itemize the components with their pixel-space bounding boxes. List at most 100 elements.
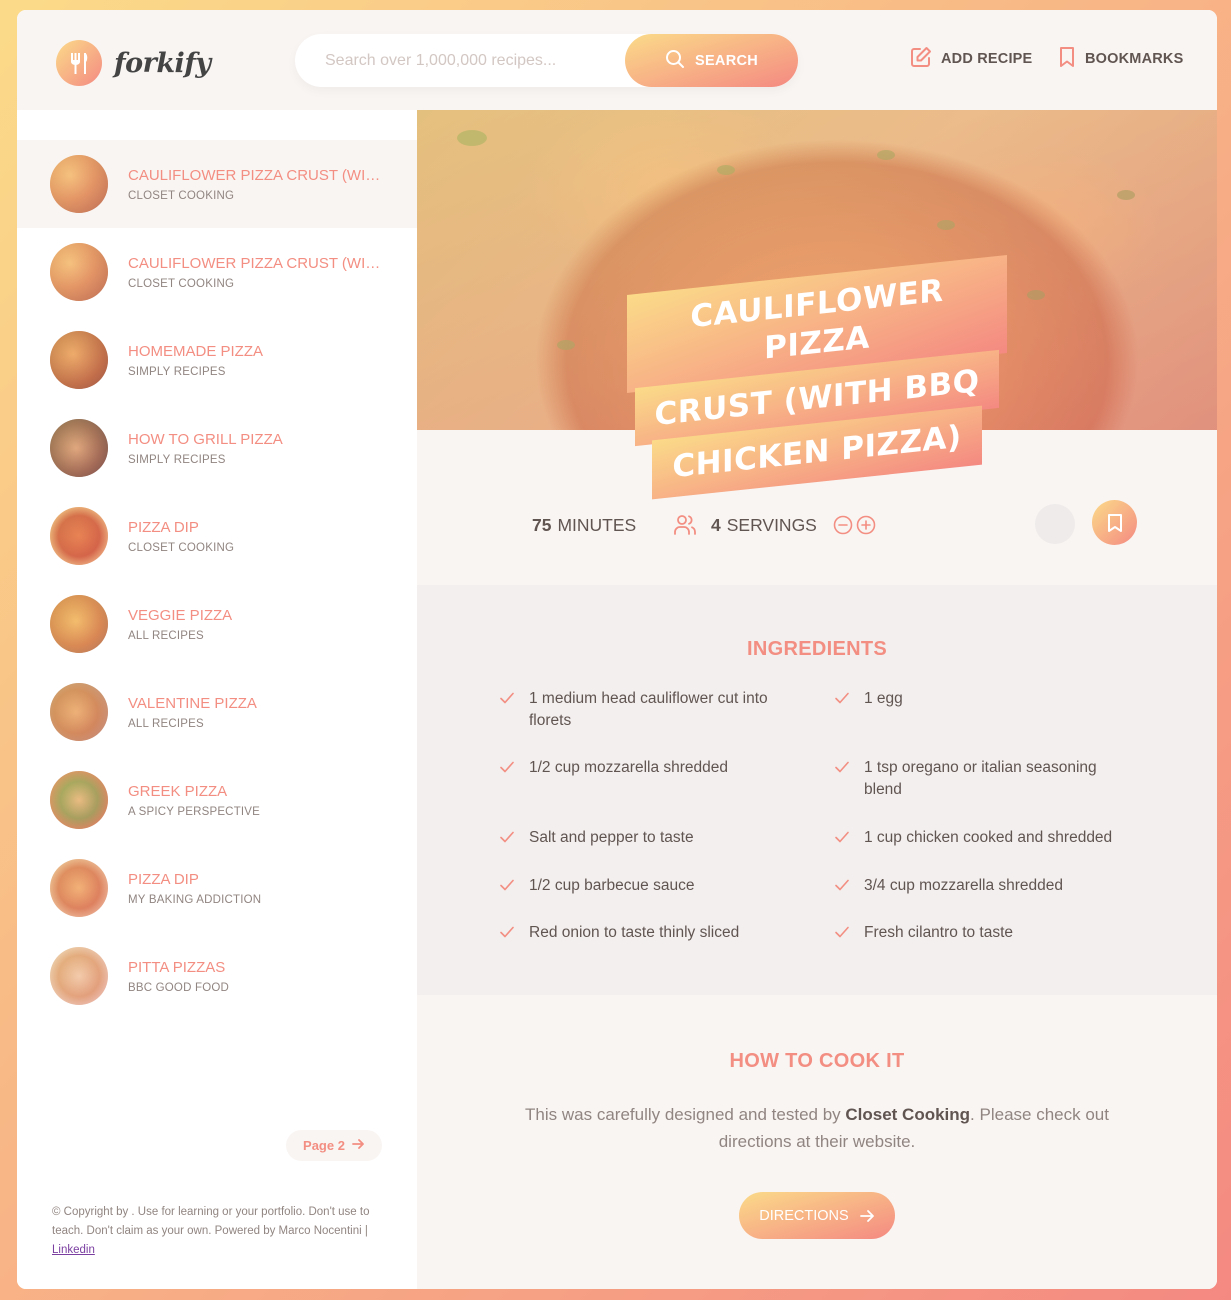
ingredient-item: Salt and pepper to taste bbox=[499, 827, 799, 852]
ingredient-item: 1 tsp oregano or italian seasoning blend bbox=[834, 757, 1134, 801]
result-item[interactable]: CAULIFLOWER PIZZA CRUST (WIT... CLOSET C… bbox=[17, 140, 417, 228]
add-recipe-label: ADD RECIPE bbox=[941, 51, 1033, 67]
search-icon bbox=[665, 49, 685, 73]
result-title: CAULIFLOWER PIZZA CRUST (WIT... bbox=[128, 166, 383, 184]
result-title: VEGGIE PIZZA bbox=[128, 606, 233, 624]
ingredient-item: 1 medium head cauliflower cut into flore… bbox=[499, 688, 799, 732]
result-item[interactable]: VEGGIE PIZZA ALL RECIPES bbox=[17, 580, 417, 668]
result-publisher: SIMPLY RECIPES bbox=[128, 453, 226, 466]
ingredient-text: 1 cup chicken cooked and shredded bbox=[864, 829, 1113, 846]
search-input[interactable] bbox=[325, 34, 615, 87]
edit-icon bbox=[910, 46, 932, 72]
result-publisher: SIMPLY RECIPES bbox=[128, 365, 226, 378]
result-thumbnail bbox=[50, 947, 108, 1005]
search-results-sidebar: CAULIFLOWER PIZZA CRUST (WIT... CLOSET C… bbox=[17, 110, 417, 1289]
add-recipe-button[interactable]: ADD RECIPE bbox=[910, 46, 1032, 72]
result-thumbnail bbox=[50, 419, 108, 477]
fork-knife-icon bbox=[56, 40, 102, 86]
result-item[interactable]: HOMEMADE PIZZA SIMPLY RECIPES bbox=[17, 316, 417, 404]
users-icon bbox=[673, 514, 697, 536]
check-icon bbox=[834, 924, 850, 947]
result-thumbnail bbox=[50, 771, 108, 829]
result-publisher: CLOSET COOKING bbox=[128, 189, 235, 202]
directions-label: DIRECTIONS bbox=[759, 1207, 849, 1224]
result-title: CAULIFLOWER PIZZA CRUST (WIT... bbox=[128, 254, 383, 272]
ingredient-text: Salt and pepper to taste bbox=[529, 829, 694, 846]
ingredient-text: 1/2 cup barbecue sauce bbox=[529, 877, 695, 894]
result-thumbnail bbox=[50, 595, 108, 653]
check-icon bbox=[834, 829, 850, 852]
ingredient-item: 1/2 cup mozzarella shredded bbox=[499, 757, 799, 782]
ingredient-text: Fresh cilantro to taste bbox=[864, 924, 1014, 941]
results-list: CAULIFLOWER PIZZA CRUST (WIT... CLOSET C… bbox=[17, 140, 417, 1020]
result-title: GREEK PIZZA bbox=[128, 782, 228, 800]
result-thumbnail bbox=[50, 683, 108, 741]
result-thumbnail bbox=[50, 507, 108, 565]
result-item[interactable]: GREEK PIZZA A SPICY PERSPECTIVE bbox=[17, 756, 417, 844]
result-item[interactable]: VALENTINE PIZZA ALL RECIPES bbox=[17, 668, 417, 756]
check-icon bbox=[499, 690, 515, 732]
result-publisher: CLOSET COOKING bbox=[128, 541, 235, 554]
result-item[interactable]: HOW TO GRILL PIZZA SIMPLY RECIPES bbox=[17, 404, 417, 492]
result-thumbnail bbox=[50, 243, 108, 301]
app-name: forkify bbox=[114, 47, 211, 79]
linkedin-link[interactable]: Linkedin bbox=[52, 1244, 95, 1256]
ingredient-item: 3/4 cup mozzarella shredded bbox=[834, 875, 1134, 900]
next-page-button[interactable]: Page 2 bbox=[286, 1130, 382, 1161]
result-title: PITTA PIZZAS bbox=[128, 958, 226, 976]
minus-circle-icon[interactable] bbox=[833, 515, 853, 535]
ingredient-text: 1 tsp oregano or italian seasoning blend bbox=[864, 759, 1097, 798]
ingredient-item: Red onion to taste thinly sliced bbox=[499, 922, 799, 947]
bookmark-icon bbox=[1058, 46, 1076, 72]
check-icon bbox=[834, 759, 850, 801]
ingredient-item: 1/2 cup barbecue sauce bbox=[499, 875, 799, 900]
bookmark-recipe-button[interactable] bbox=[1092, 500, 1137, 545]
copyright: © Copyright by . Use for learning or you… bbox=[52, 1203, 382, 1260]
result-publisher: A SPICY PERSPECTIVE bbox=[128, 805, 261, 818]
ingredient-item: 1 egg bbox=[834, 688, 1134, 713]
result-title: PIZZA DIP bbox=[128, 870, 199, 888]
header: forkify SEARCH ADD RECIPE BOOKMARKS bbox=[17, 10, 1217, 110]
directions-prefix: This was carefully designed and tested b… bbox=[525, 1105, 846, 1124]
result-thumbnail bbox=[50, 331, 108, 389]
directions-section: HOW TO COOK IT This was carefully design… bbox=[417, 995, 1217, 1289]
result-item[interactable]: PIZZA DIP MY BAKING ADDICTION bbox=[17, 844, 417, 932]
logo[interactable]: forkify bbox=[56, 40, 211, 86]
directions-text: This was carefully designed and tested b… bbox=[517, 1101, 1117, 1155]
result-publisher: ALL RECIPES bbox=[128, 717, 204, 730]
servings-value: 4 bbox=[711, 514, 721, 535]
result-thumbnail bbox=[50, 155, 108, 213]
arrow-right-icon bbox=[351, 1136, 365, 1155]
ingredients-heading: INGREDIENTS bbox=[747, 638, 887, 660]
copyright-text: © Copyright by . Use for learning or you… bbox=[52, 1206, 370, 1237]
minutes-value: 75 bbox=[532, 514, 552, 535]
check-icon bbox=[834, 690, 850, 713]
next-page-label: Page 2 bbox=[303, 1138, 345, 1153]
user-generated-badge bbox=[1035, 504, 1075, 544]
result-publisher: MY BAKING ADDICTION bbox=[128, 893, 262, 906]
bookmarks-button[interactable]: BOOKMARKS bbox=[1058, 46, 1183, 72]
search-form: SEARCH bbox=[295, 34, 798, 87]
result-publisher: BBC GOOD FOOD bbox=[128, 981, 229, 994]
ingredient-text: 3/4 cup mozzarella shredded bbox=[864, 877, 1064, 894]
recipe-details: 75 MINUTES 4 SERVINGS bbox=[417, 500, 1217, 545]
directions-button[interactable]: DIRECTIONS bbox=[739, 1192, 895, 1239]
recipe-duration: 75 MINUTES bbox=[532, 505, 636, 545]
result-item[interactable]: PITTA PIZZAS BBC GOOD FOOD bbox=[17, 932, 417, 1020]
ingredient-item: Fresh cilantro to taste bbox=[834, 922, 1134, 947]
ingredients-section: INGREDIENTS 1 medium head cauliflower cu… bbox=[417, 585, 1217, 995]
ingredient-text: 1/2 cup mozzarella shredded bbox=[529, 759, 729, 776]
cook-heading: HOW TO COOK IT bbox=[729, 1050, 905, 1072]
result-item[interactable]: PIZZA DIP CLOSET COOKING bbox=[17, 492, 417, 580]
recipe-panel: CAULIFLOWER PIZZA CRUST (WITH BBQ CHICKE… bbox=[417, 110, 1217, 1289]
search-button-label: SEARCH bbox=[694, 52, 759, 69]
result-title: HOW TO GRILL PIZZA bbox=[128, 430, 283, 448]
arrow-right-icon bbox=[859, 1208, 875, 1224]
ingredient-text: Red onion to taste thinly sliced bbox=[529, 924, 740, 941]
plus-circle-icon[interactable] bbox=[856, 515, 876, 535]
search-button[interactable]: SEARCH bbox=[625, 34, 798, 87]
minutes-label: MINUTES bbox=[557, 514, 637, 535]
result-item[interactable]: CAULIFLOWER PIZZA CRUST (WIT... CLOSET C… bbox=[17, 228, 417, 316]
bookmark-icon bbox=[1107, 513, 1123, 533]
check-icon bbox=[499, 877, 515, 900]
